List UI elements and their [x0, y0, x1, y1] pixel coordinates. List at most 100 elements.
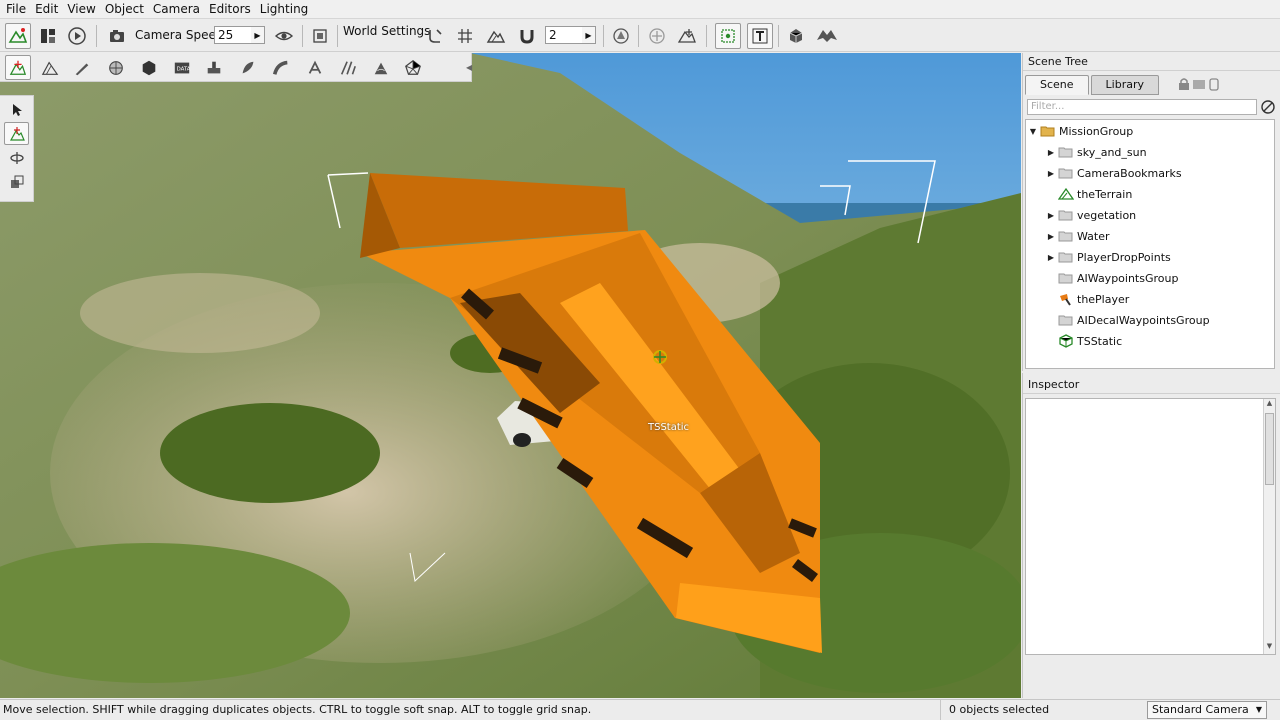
selected-object-label: TSStatic — [648, 422, 690, 433]
rotate-tool-icon[interactable] — [4, 146, 29, 169]
tree-item-vegetation[interactable]: ▶ vegetation — [1046, 205, 1136, 225]
tab-scene[interactable]: Scene — [1025, 75, 1089, 95]
camera-icon[interactable] — [104, 23, 130, 49]
scroll-thumb[interactable] — [1265, 413, 1274, 485]
fit-view-icon[interactable] — [307, 23, 333, 49]
terrain-snap-icon[interactable] — [483, 23, 509, 49]
snap-to-ground-icon[interactable] — [422, 23, 448, 49]
select-arrow-icon[interactable] — [4, 98, 29, 121]
scene-tree-title: Scene Tree — [1023, 53, 1280, 71]
terrain-icon — [1058, 187, 1074, 201]
tree-item-aiwaypointsgroup[interactable]: AIWaypointsGroup — [1046, 268, 1178, 288]
folder-icon — [1058, 229, 1074, 243]
scene-filter-input[interactable]: Filter... — [1027, 99, 1257, 115]
camera-speed-spinner[interactable]: ▶ — [251, 26, 265, 44]
mesh-road-editor-icon[interactable] — [268, 55, 294, 80]
tree-item-label: TSStatic — [1077, 334, 1123, 348]
folder-icon — [1058, 208, 1074, 222]
play-game-icon[interactable] — [64, 23, 90, 49]
object-center-icon[interactable] — [644, 23, 670, 49]
inspector-body[interactable]: ▲ ▼ — [1025, 398, 1276, 655]
folder-icon — [1058, 313, 1074, 327]
object-select-icon[interactable] — [715, 23, 741, 49]
road-object-icon[interactable] — [814, 23, 840, 49]
editor-mode-toolbar: DATA ◀ — [0, 53, 472, 82]
world-transform-icon[interactable] — [674, 23, 700, 49]
tree-item-missiongroup[interactable]: ▼ MissionGroup — [1028, 121, 1133, 141]
scene-tabs: Scene Library — [1025, 75, 1161, 95]
camera-speed-input[interactable]: 25 — [214, 26, 252, 44]
menu-editors[interactable]: Editors — [205, 1, 256, 18]
clear-filter-icon[interactable] — [1260, 99, 1276, 115]
expand-arrow-icon[interactable]: ▼ — [1028, 127, 1038, 136]
new-group-icon[interactable] — [1193, 77, 1205, 91]
move-tool-icon[interactable] — [4, 122, 29, 145]
camera-mode-select[interactable]: Standard Camera ▼ — [1147, 701, 1267, 719]
menu-object[interactable]: Object — [101, 1, 149, 18]
navmesh-editor-icon[interactable] — [400, 55, 426, 80]
tree-item-camerabookmarks[interactable]: ▶ CameraBookmarks — [1046, 163, 1182, 183]
folder-icon — [1058, 250, 1074, 264]
tree-item-label: sky_and_sun — [1077, 145, 1147, 159]
world-editor-icon[interactable] — [5, 23, 31, 49]
world-settings-button[interactable]: World Settings — [343, 24, 430, 38]
object-text-icon[interactable] — [747, 23, 773, 49]
player-icon — [1058, 292, 1074, 306]
delete-icon[interactable] — [1208, 77, 1220, 91]
scroll-up-icon[interactable]: ▲ — [1264, 399, 1275, 411]
terrain-painter-icon[interactable] — [69, 55, 95, 80]
tree-item-label: Water — [1077, 229, 1110, 243]
tree-item-label: theTerrain — [1077, 187, 1133, 201]
menu-view[interactable]: View — [63, 1, 100, 18]
tree-item-label: MissionGroup — [1059, 124, 1134, 138]
snap-size-input[interactable]: 2 — [545, 26, 583, 44]
menu-lighting[interactable]: Lighting — [256, 1, 314, 18]
particle-editor-icon[interactable] — [302, 55, 328, 80]
shape-object-icon[interactable] — [783, 23, 809, 49]
tree-item-sky-and-sun[interactable]: ▶ sky_and_sun — [1046, 142, 1147, 162]
forest-editor-icon[interactable] — [235, 55, 261, 80]
tree-item-aidecalwaypointsgroup[interactable]: AIDecalWaypointsGroup — [1046, 310, 1210, 330]
road-editor-icon[interactable] — [335, 55, 361, 80]
scale-tool-icon[interactable] — [4, 170, 29, 193]
magnet-snap-icon[interactable] — [514, 23, 540, 49]
terrain-editor-icon[interactable] — [37, 55, 63, 80]
menu-camera[interactable]: Camera — [149, 1, 205, 18]
tree-item-theplayer[interactable]: thePlayer — [1046, 289, 1129, 309]
menu-edit[interactable]: Edit — [31, 1, 63, 18]
material-editor-icon[interactable] — [103, 55, 129, 80]
3d-viewport[interactable]: TSStatic — [0, 53, 1021, 698]
expand-arrow-icon[interactable]: ▶ — [1046, 253, 1056, 262]
expand-arrow-icon[interactable]: ▶ — [1046, 148, 1056, 157]
camera-speed-label: Camera Speed — [135, 28, 224, 42]
lock-icon[interactable] — [1178, 77, 1190, 91]
grid-snap-icon[interactable] — [452, 23, 478, 49]
tree-item-label: vegetation — [1077, 208, 1137, 222]
inspector-scrollbar[interactable]: ▲ ▼ — [1263, 399, 1275, 654]
tree-item-label: CameraBookmarks — [1077, 166, 1182, 180]
expand-arrow-icon[interactable]: ▶ — [1046, 169, 1056, 178]
tab-library[interactable]: Library — [1090, 75, 1160, 95]
tree-item-tsstatic[interactable]: TSStatic — [1046, 331, 1122, 351]
bounds-icon[interactable] — [608, 23, 634, 49]
visibility-eye-icon[interactable] — [271, 23, 297, 49]
status-message: Move selection. SHIFT while dragging dup… — [3, 703, 592, 716]
datablock-editor-icon[interactable]: DATA — [169, 55, 195, 80]
menu-file[interactable]: File — [0, 1, 31, 18]
gui-editor-icon[interactable] — [35, 23, 61, 49]
tree-item-water[interactable]: ▶ Water — [1046, 226, 1110, 246]
toolbar-collapse-handle[interactable]: ◀ — [466, 53, 472, 82]
decal-editor-icon[interactable] — [201, 55, 227, 80]
sketch-tool-icon[interactable] — [136, 55, 162, 80]
expand-arrow-icon[interactable]: ▶ — [1046, 232, 1056, 241]
tsstatic-icon — [1058, 334, 1074, 348]
expand-arrow-icon[interactable]: ▶ — [1046, 211, 1056, 220]
tree-item-theterrain[interactable]: theTerrain — [1046, 184, 1132, 204]
river-editor-icon[interactable] — [368, 55, 394, 80]
scroll-down-icon[interactable]: ▼ — [1264, 642, 1275, 654]
snap-size-spinner[interactable]: ▶ — [582, 26, 596, 44]
folder-open-icon — [1040, 124, 1056, 138]
scene-render[interactable] — [0, 53, 1021, 698]
tree-item-playerdroppoints[interactable]: ▶ PlayerDropPoints — [1046, 247, 1171, 267]
object-editor-icon[interactable] — [5, 55, 31, 80]
